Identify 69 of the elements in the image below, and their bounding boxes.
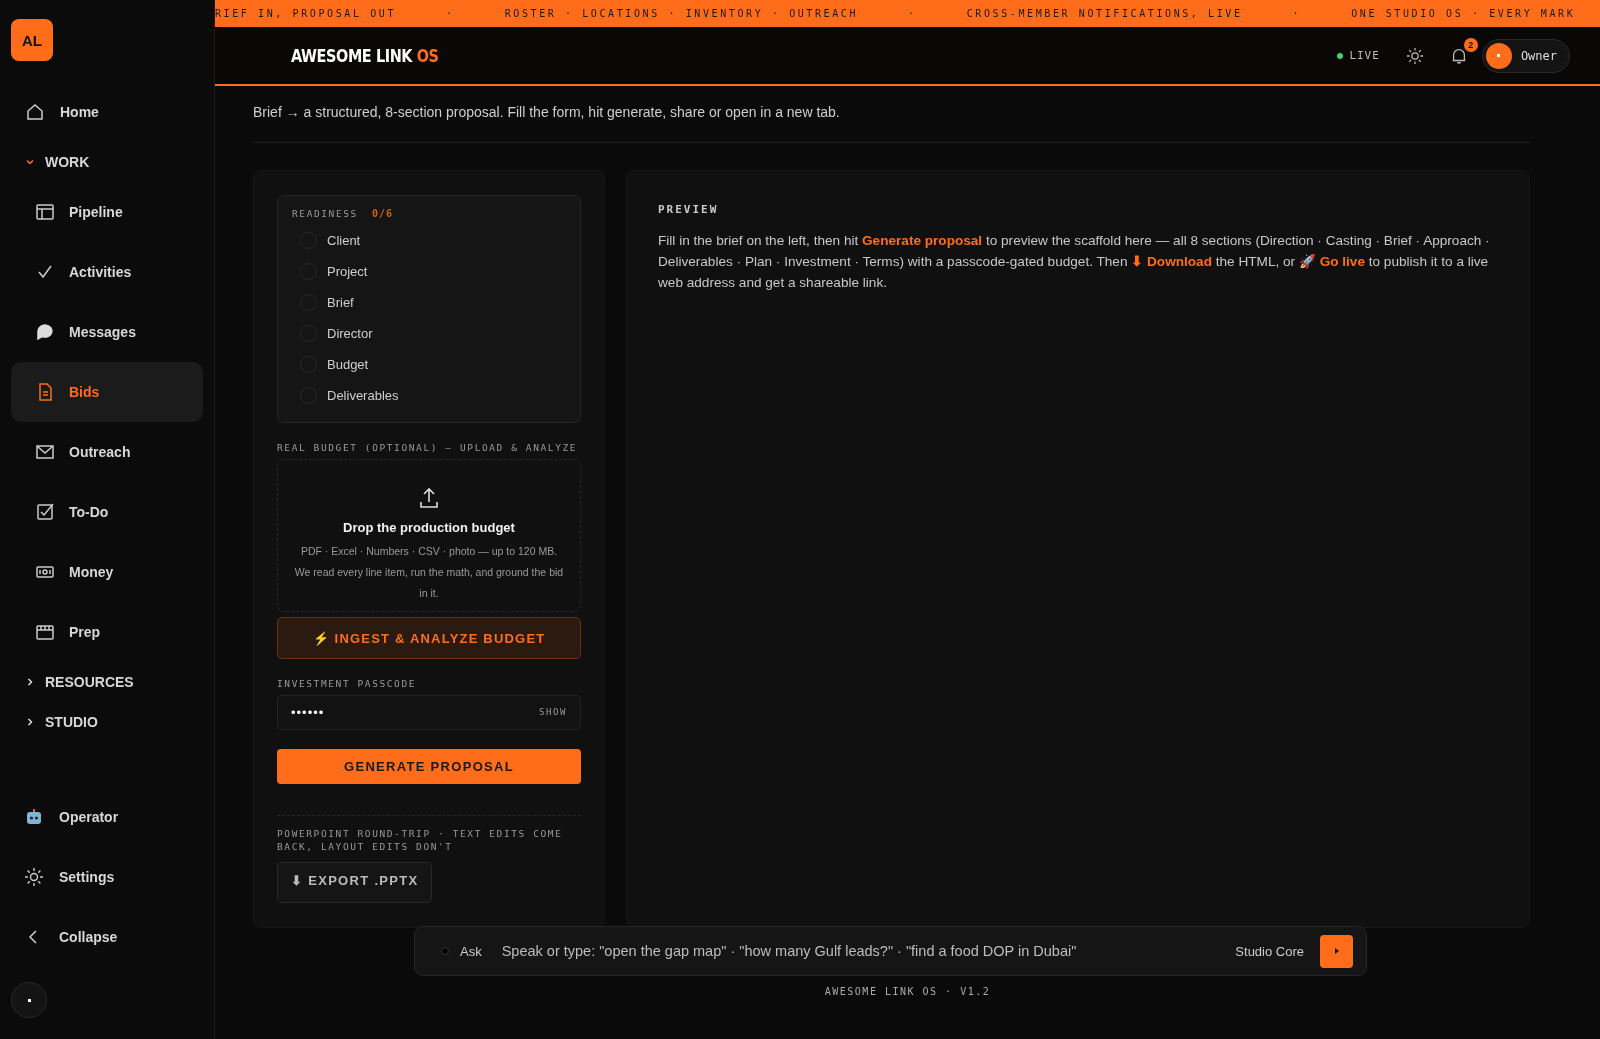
readiness-item: Budget bbox=[327, 357, 369, 372]
envelope-icon bbox=[35, 442, 55, 462]
export-button[interactable]: ⬇ EXPORT .PPTX bbox=[277, 862, 433, 903]
readiness-count: 0/6 bbox=[371, 208, 393, 219]
ingest-button[interactable]: ⚡ INGEST & ANALYZE BUDGET bbox=[277, 617, 581, 659]
nav-item[interactable]: Bids bbox=[11, 362, 203, 422]
nav-item[interactable]: Operator bbox=[11, 787, 203, 847]
preview-title: PREVIEW bbox=[658, 203, 720, 216]
nav-item[interactable]: Home bbox=[11, 82, 203, 142]
send-button[interactable] bbox=[1320, 934, 1353, 968]
generate-button[interactable]: GENERATE PROPOSAL bbox=[277, 748, 581, 784]
preview-text: Fill in the brief on the left, then hit Generate proposal to preview the scaffold here — all 8 sections (Direction · Casting · Brief · Approach · Deliverables · Plan · Investment · Terms) with a passcode-gated budget. Then ⬇ Download the HTML, or 🚀 Go live to publish it to a live web address and get a shareable link. bbox=[658, 232, 1491, 292]
brand-logo[interactable]: AWESOME LINK OS bbox=[291, 45, 439, 66]
field-label: REAL BUDGET (OPTIONAL) — UPLOAD & ANALYZE bbox=[277, 442, 579, 453]
version-text: AWESOME LINK OS · V1.2 bbox=[823, 986, 992, 997]
ticker-text: CROSS-MEMBER NOTIFICATIONS, LIVE bbox=[966, 8, 1243, 19]
user-menu[interactable]: Owner bbox=[1481, 38, 1570, 73]
ask-label: Ask bbox=[460, 943, 482, 959]
dot-icon bbox=[441, 947, 449, 955]
checkbox-icon bbox=[35, 502, 55, 522]
chevron-icon bbox=[25, 717, 35, 727]
nav-item[interactable]: Outreach bbox=[11, 422, 203, 482]
show-toggle[interactable]: SHOW bbox=[538, 707, 567, 718]
ticker-text: RIEF IN, PROPOSAL OUT bbox=[215, 8, 397, 19]
live-status: LIVE bbox=[1337, 49, 1380, 62]
ticker-separator: · bbox=[908, 8, 917, 19]
ask-bar[interactable]: Ask Speak or type: "open the gap map" · "how many Gulf leads?" · "find a food DOP in Dubai" Studio Core bbox=[414, 926, 1367, 976]
model-name[interactable]: Studio Core bbox=[1235, 943, 1304, 959]
table-icon bbox=[35, 202, 55, 222]
nav-item[interactable]: To-Do bbox=[11, 482, 203, 542]
nav-item[interactable]: Settings bbox=[11, 847, 203, 907]
upload-dropzone[interactable]: Drop the production budget PDF · Excel · Numbers · CSV · photo — up to 120 MB. We read every line item, run the math, and ground the bid in it. bbox=[277, 459, 581, 613]
speech-bubble-icon bbox=[35, 322, 55, 342]
nav-section[interactable]: WORK bbox=[11, 142, 203, 182]
settings-icon bbox=[24, 867, 44, 887]
nav-section[interactable]: STUDIO bbox=[11, 702, 203, 742]
user-avatar bbox=[1485, 42, 1512, 69]
nav-item[interactable]: Activities bbox=[11, 242, 203, 302]
readiness-item: Deliverables bbox=[327, 388, 399, 403]
ticker-separator: · bbox=[1292, 8, 1302, 19]
passcode-field[interactable]: •••••• SHOW bbox=[277, 694, 581, 730]
nav-item[interactable]: Money bbox=[11, 542, 203, 602]
readiness-item: Director bbox=[327, 326, 373, 341]
readiness-item: Project bbox=[327, 264, 368, 279]
nav-item[interactable]: Pipeline bbox=[11, 182, 203, 242]
chevron-icon bbox=[25, 157, 35, 167]
dropzone-text: PDF · Excel · Numbers · CSV · photo — up to 120 MB. We read every line item, run the math, and ground the bid in it. bbox=[293, 544, 565, 601]
dropzone-title: Drop the production budget bbox=[343, 520, 515, 535]
ticker-text: ROSTER · LOCATIONS · INVENTORY · OUTREACH bbox=[504, 8, 859, 19]
robot-icon bbox=[24, 807, 44, 827]
page-subtitle: Brief → a structured, 8-section proposal. Fill the form, hit generate, share or open in a new tab. bbox=[253, 104, 841, 120]
upload-icon bbox=[417, 486, 441, 510]
home-icon bbox=[25, 102, 45, 122]
chevron-icon bbox=[25, 677, 35, 687]
nav-item[interactable]: Messages bbox=[11, 302, 203, 362]
calendar-icon bbox=[35, 622, 55, 642]
readiness-item: Brief bbox=[327, 295, 354, 310]
readiness-title: READINESS bbox=[292, 208, 358, 219]
sun-icon[interactable] bbox=[1405, 46, 1424, 65]
ticker-separator: · bbox=[446, 8, 455, 19]
readiness-item: Client bbox=[327, 233, 361, 248]
notification-badge: 2 bbox=[1463, 37, 1478, 52]
pptx-note: POWERPOINT ROUND-TRIP · TEXT EDITS COME BACK, LAYOUT EDITS DON'T bbox=[277, 827, 564, 853]
field-label: INVESTMENT PASSCODE bbox=[277, 677, 418, 689]
ticker-text: ONE STUDIO OS · EVERY MARK bbox=[1351, 8, 1576, 19]
nav-item[interactable]: Prep bbox=[11, 602, 203, 662]
logo-badge[interactable]: AL bbox=[11, 19, 53, 61]
nav-section[interactable]: RESOURCES bbox=[11, 662, 203, 702]
nav-item[interactable]: Collapse bbox=[11, 907, 203, 967]
